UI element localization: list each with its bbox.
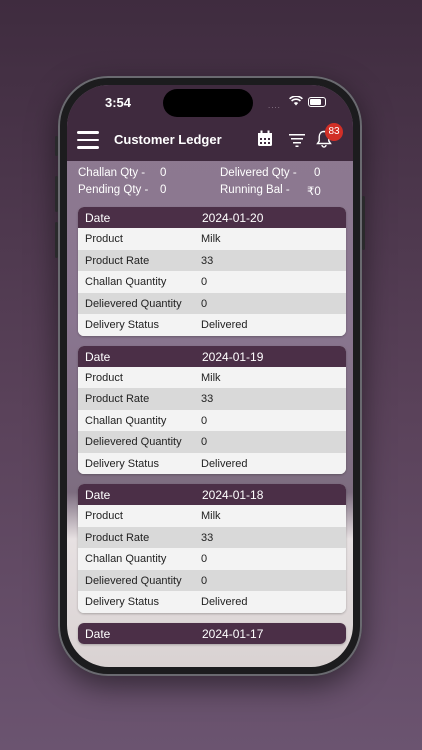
row-label: Product Rate [85, 254, 150, 267]
row-label: Product [85, 233, 123, 245]
row-value: 0 [201, 574, 208, 587]
ledger-list: Date 2024-01-20 Product Milk Product Rate… [78, 207, 346, 654]
date-value: 2024-01-18 [202, 488, 264, 502]
running-bal-label: Running Bal - [220, 184, 290, 196]
row-value: 0 [201, 436, 208, 448]
card-date-header: Date 2024-01-18 [78, 484, 346, 505]
app-bar: Customer Ledger 83 [67, 121, 353, 161]
product-row: Product Milk [78, 505, 346, 527]
delivery-status-row: Delivery Status Delivered [78, 314, 346, 336]
card-date-header: Date 2024-01-17 [78, 622, 346, 644]
row-value: 0 [201, 276, 208, 288]
signal-indicator: .... [268, 101, 281, 110]
row-value: Delivered [201, 457, 248, 470]
delivered-quantity-row: Delievered Quantity 0 [78, 292, 346, 314]
product-rate-row: Product Rate 33 [78, 249, 346, 271]
product-row: Product Milk [78, 228, 346, 250]
row-label: Delivery Status [85, 319, 159, 331]
row-label: Delivery Status [85, 457, 159, 470]
product-rate-row: Product Rate 33 [78, 526, 346, 548]
page-title: Customer Ledger [114, 132, 222, 147]
action-button [55, 136, 58, 156]
calendar-icon[interactable] [257, 130, 273, 147]
ledger-card[interactable]: Date 2024-01-17 [78, 622, 346, 644]
phone-frame: 3:54 .... Customer Ledger 83 Challan Qty… [55, 76, 365, 676]
row-value: 0 [201, 297, 208, 310]
filter-icon[interactable] [289, 134, 305, 147]
challan-qty-label: Challan Qty - [78, 167, 146, 179]
ledger-card[interactable]: Date 2024-01-20 Product Milk Product Rate… [78, 207, 346, 336]
delivered-quantity-row: Delievered Quantity 0 [78, 431, 346, 453]
row-label: Product Rate [85, 531, 150, 544]
row-value: Milk [201, 233, 221, 245]
row-value: Milk [201, 510, 221, 522]
ledger-card[interactable]: Date 2024-01-18 Product Milk Product Rate… [78, 484, 346, 613]
row-label: Delievered Quantity [85, 574, 182, 587]
challan-quantity-row: Challan Quantity 0 [78, 409, 346, 431]
row-value: Delivered [201, 596, 248, 608]
date-label: Date [85, 211, 111, 225]
row-label: Challan Quantity [85, 553, 167, 565]
delivery-status-row: Delivery Status Delivered [78, 591, 346, 613]
card-date-header: Date 2024-01-20 [78, 207, 346, 228]
row-label: Product [85, 510, 123, 522]
card-date-header: Date 2024-01-19 [78, 345, 346, 367]
row-value: Milk [201, 371, 221, 384]
date-value: 2024-01-20 [202, 211, 264, 225]
power-button [362, 196, 365, 250]
delivered-qty-value: 0 [314, 167, 321, 179]
screen: 3:54 .... Customer Ledger 83 Challan Qty… [67, 85, 353, 667]
dynamic-island [163, 89, 253, 117]
date-value: 2024-01-17 [202, 626, 264, 641]
pending-qty-value: 0 [160, 184, 167, 196]
date-label: Date [85, 626, 111, 641]
running-bal-value: ₹0 [307, 186, 321, 198]
volume-up-button [55, 176, 58, 212]
date-label: Date [85, 349, 111, 364]
row-label: Challan Quantity [85, 276, 167, 288]
challan-quantity-row: Challan Quantity 0 [78, 548, 346, 570]
delivery-status-row: Delivery Status Delivered [78, 452, 346, 474]
row-label: Challan Quantity [85, 414, 167, 427]
wifi-icon [289, 96, 303, 106]
product-row: Product Milk [78, 366, 346, 388]
row-value: Delivered [201, 319, 248, 331]
row-value: 33 [201, 531, 214, 544]
delivered-qty-label: Delivered Qty - [220, 167, 297, 179]
challan-qty-value: 0 [160, 167, 167, 179]
row-value: 33 [201, 393, 214, 405]
row-value: 0 [201, 553, 208, 565]
row-label: Delievered Quantity [85, 297, 182, 310]
row-value: 0 [201, 414, 208, 427]
delivered-quantity-row: Delievered Quantity 0 [78, 569, 346, 591]
hamburger-menu-icon[interactable] [77, 131, 99, 149]
status-time: 3:54 [105, 95, 132, 110]
volume-down-button [55, 222, 58, 258]
challan-quantity-row: Challan Quantity 0 [78, 271, 346, 293]
date-value: 2024-01-19 [202, 349, 264, 364]
notification-badge: 83 [325, 123, 343, 141]
row-label: Product [85, 371, 123, 384]
row-label: Delievered Quantity [85, 436, 182, 448]
ledger-card[interactable]: Date 2024-01-19 Product Milk Product Rate… [78, 345, 346, 474]
battery-icon [308, 97, 326, 107]
row-label: Product Rate [85, 393, 150, 405]
pending-qty-label: Pending Qty - [78, 184, 149, 196]
row-value: 33 [201, 254, 214, 267]
date-label: Date [85, 488, 111, 502]
row-label: Delivery Status [85, 596, 159, 608]
ledger-summary: Challan Qty - 0 Delivered Qty - 0 Pendin… [67, 163, 353, 205]
product-rate-row: Product Rate 33 [78, 388, 346, 410]
